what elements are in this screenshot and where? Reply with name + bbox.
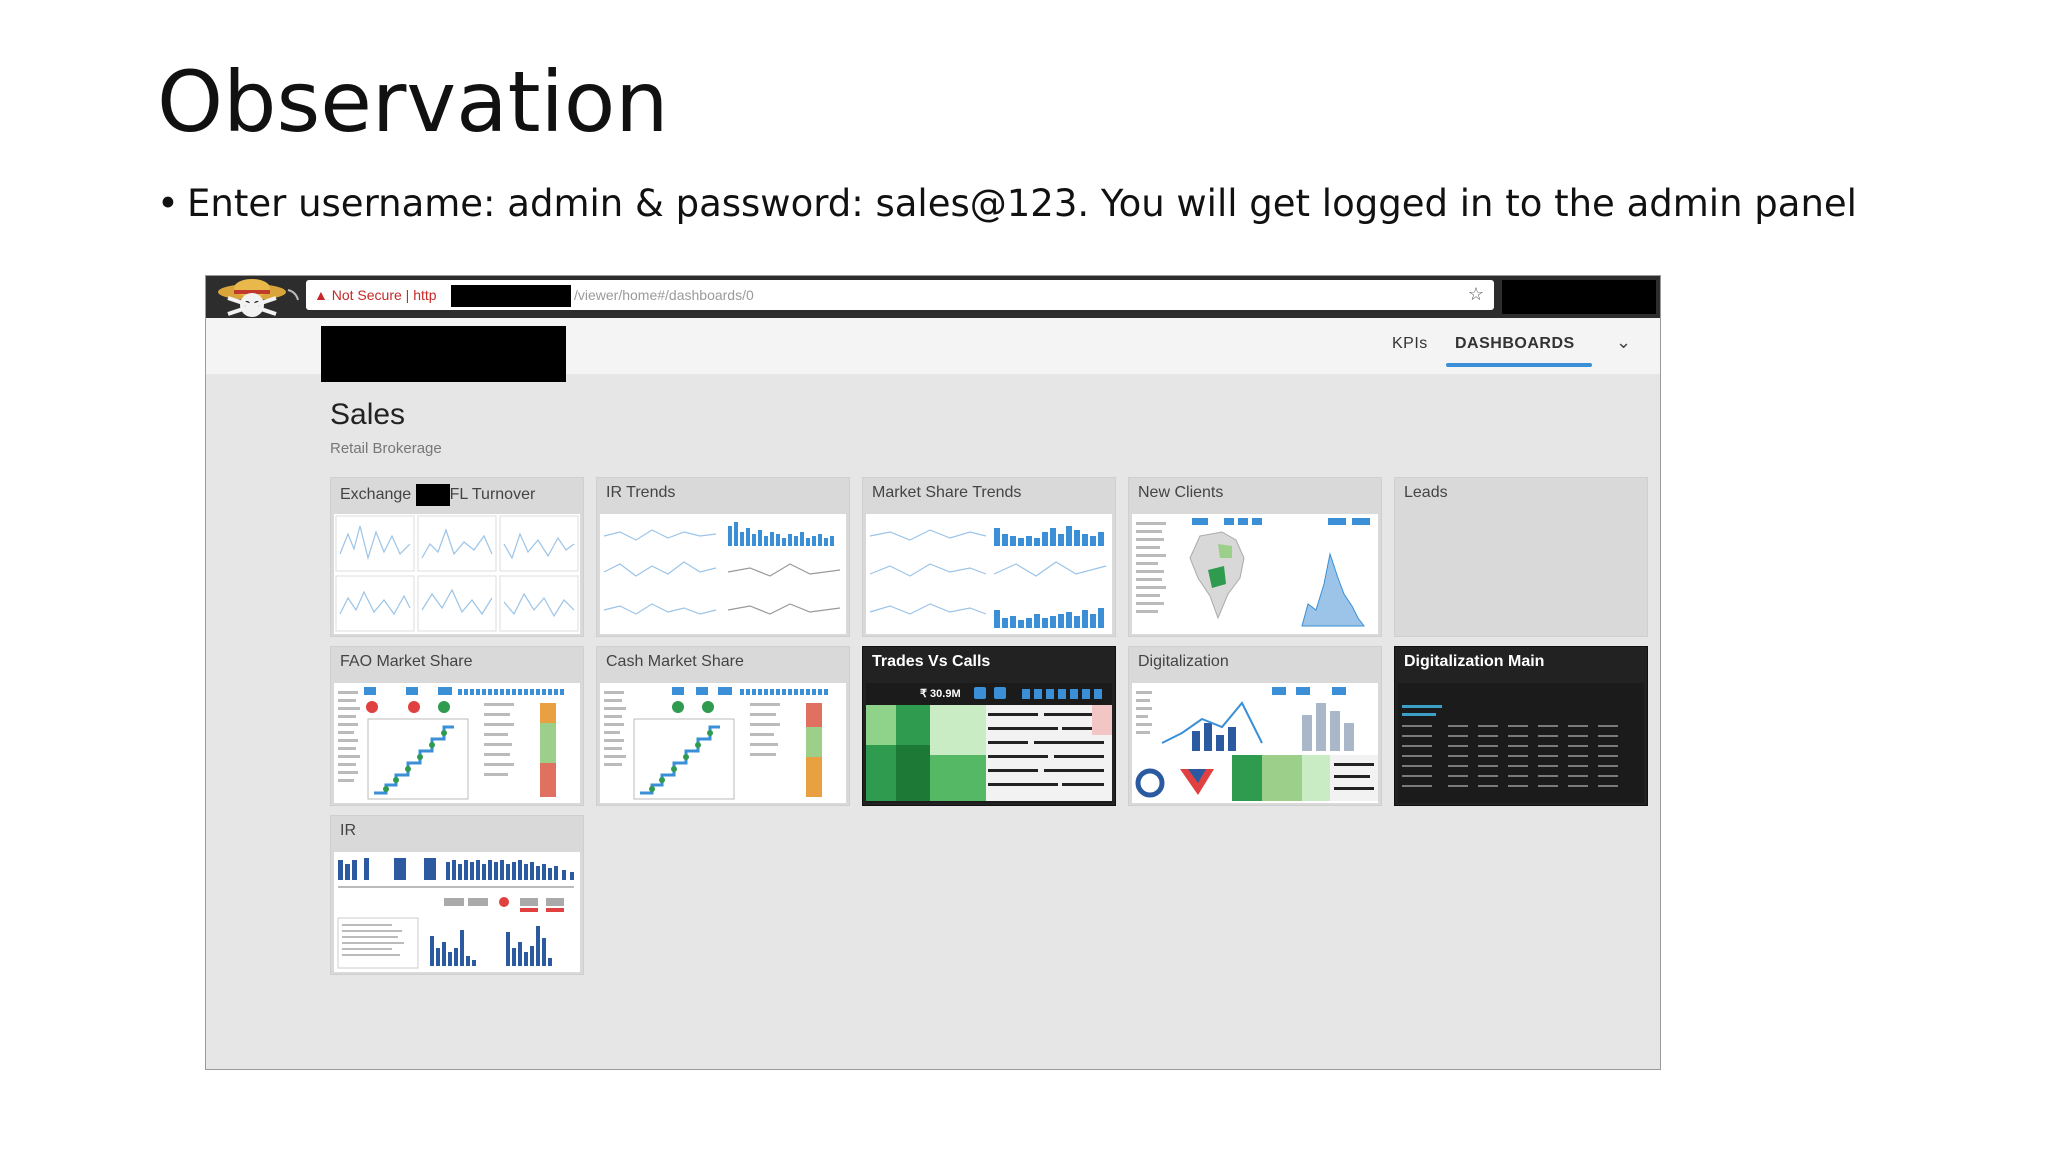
active-tab-indicator [1446, 363, 1592, 367]
nav-dashboards[interactable]: DASHBOARDS [1455, 335, 1575, 353]
warning-triangle-icon: ▲ [314, 287, 328, 303]
tile-label: Digitalization [1138, 653, 1229, 670]
tile-label: Trades Vs Calls [872, 653, 991, 670]
redacted-profile [1502, 280, 1656, 314]
not-secure-warning: ▲ Not Secure | http [314, 287, 437, 303]
redacted-app-logo [321, 326, 566, 382]
tile-trades-vs-calls[interactable]: Trades Vs Calls ₹ 30.9M [862, 646, 1116, 806]
tile-thumbnail [334, 852, 580, 972]
tile-label: New Clients [1138, 484, 1224, 501]
tile-thumbnail [1132, 683, 1378, 803]
tile-ir[interactable]: IR [330, 815, 584, 975]
nav-kpis[interactable]: KPIs [1392, 335, 1428, 353]
browser-toolbar: ▲ Not Secure | http /viewer/home#/dashbo… [206, 276, 1660, 318]
straw-hat-skull-logo-icon [218, 279, 299, 317]
tile-leads[interactable]: Leads [1394, 477, 1648, 637]
tile-label: IR [340, 822, 356, 839]
slide-title: Observation [157, 53, 669, 151]
redacted-label-part [415, 484, 450, 506]
tile-thumbnail [866, 514, 1112, 634]
tile-fao-market-share[interactable]: FAO Market Share [330, 646, 584, 806]
page-title: Sales [330, 398, 406, 431]
tile-market-share-trends[interactable]: Market Share Trends [862, 477, 1116, 637]
tile-label: IR Trends [606, 484, 676, 501]
tile-label: FAO Market Share [340, 653, 473, 670]
tile-label: Exchange FL Turnover [340, 484, 535, 506]
page-subtitle: Retail Brokerage [330, 440, 442, 457]
chevron-down-icon[interactable]: ⌄ [1616, 332, 1631, 353]
bookmark-star-icon[interactable]: ☆ [1468, 284, 1484, 305]
tile-label: Cash Market Share [606, 653, 744, 670]
tile-new-clients[interactable]: New Clients [1128, 477, 1382, 637]
app-header: KPIs DASHBOARDS ⌄ [206, 318, 1660, 382]
slide-bullet: • Enter username: admin & password: sales… [157, 182, 1857, 225]
bullet-text: Enter username: admin & password: sales@… [187, 182, 1857, 225]
tile-thumbnail: ₹ 30.9M [866, 683, 1112, 803]
trades-value: ₹ 30.9M [920, 688, 961, 700]
tile-label: Leads [1404, 484, 1448, 501]
tile-exchange-turnover[interactable]: Exchange FL Turnover [330, 477, 584, 637]
tile-label: Market Share Trends [872, 484, 1022, 501]
tile-cash-market-share[interactable]: Cash Market Share [596, 646, 850, 806]
tile-thumbnail [1398, 683, 1644, 803]
tile-label: Digitalization Main [1404, 653, 1545, 670]
address-bar[interactable]: ▲ Not Secure | http /viewer/home#/dashbo… [306, 280, 1494, 310]
tile-digitalization-main[interactable]: Digitalization Main [1394, 646, 1648, 806]
tile-ir-trends[interactable]: IR Trends [596, 477, 850, 637]
tile-thumbnail [600, 683, 846, 803]
embedded-screenshot: ▲ Not Secure | http /viewer/home#/dashbo… [205, 275, 1661, 1070]
bullet-dot-icon: • [157, 182, 179, 225]
url-path: /viewer/home#/dashboards/0 [574, 287, 754, 303]
tile-thumbnail [334, 683, 580, 803]
tile-digitalization[interactable]: Digitalization [1128, 646, 1382, 806]
redacted-host [451, 285, 571, 307]
tile-thumbnail [1132, 514, 1378, 634]
tile-thumbnail [600, 514, 846, 634]
tile-thumbnail [334, 514, 580, 634]
